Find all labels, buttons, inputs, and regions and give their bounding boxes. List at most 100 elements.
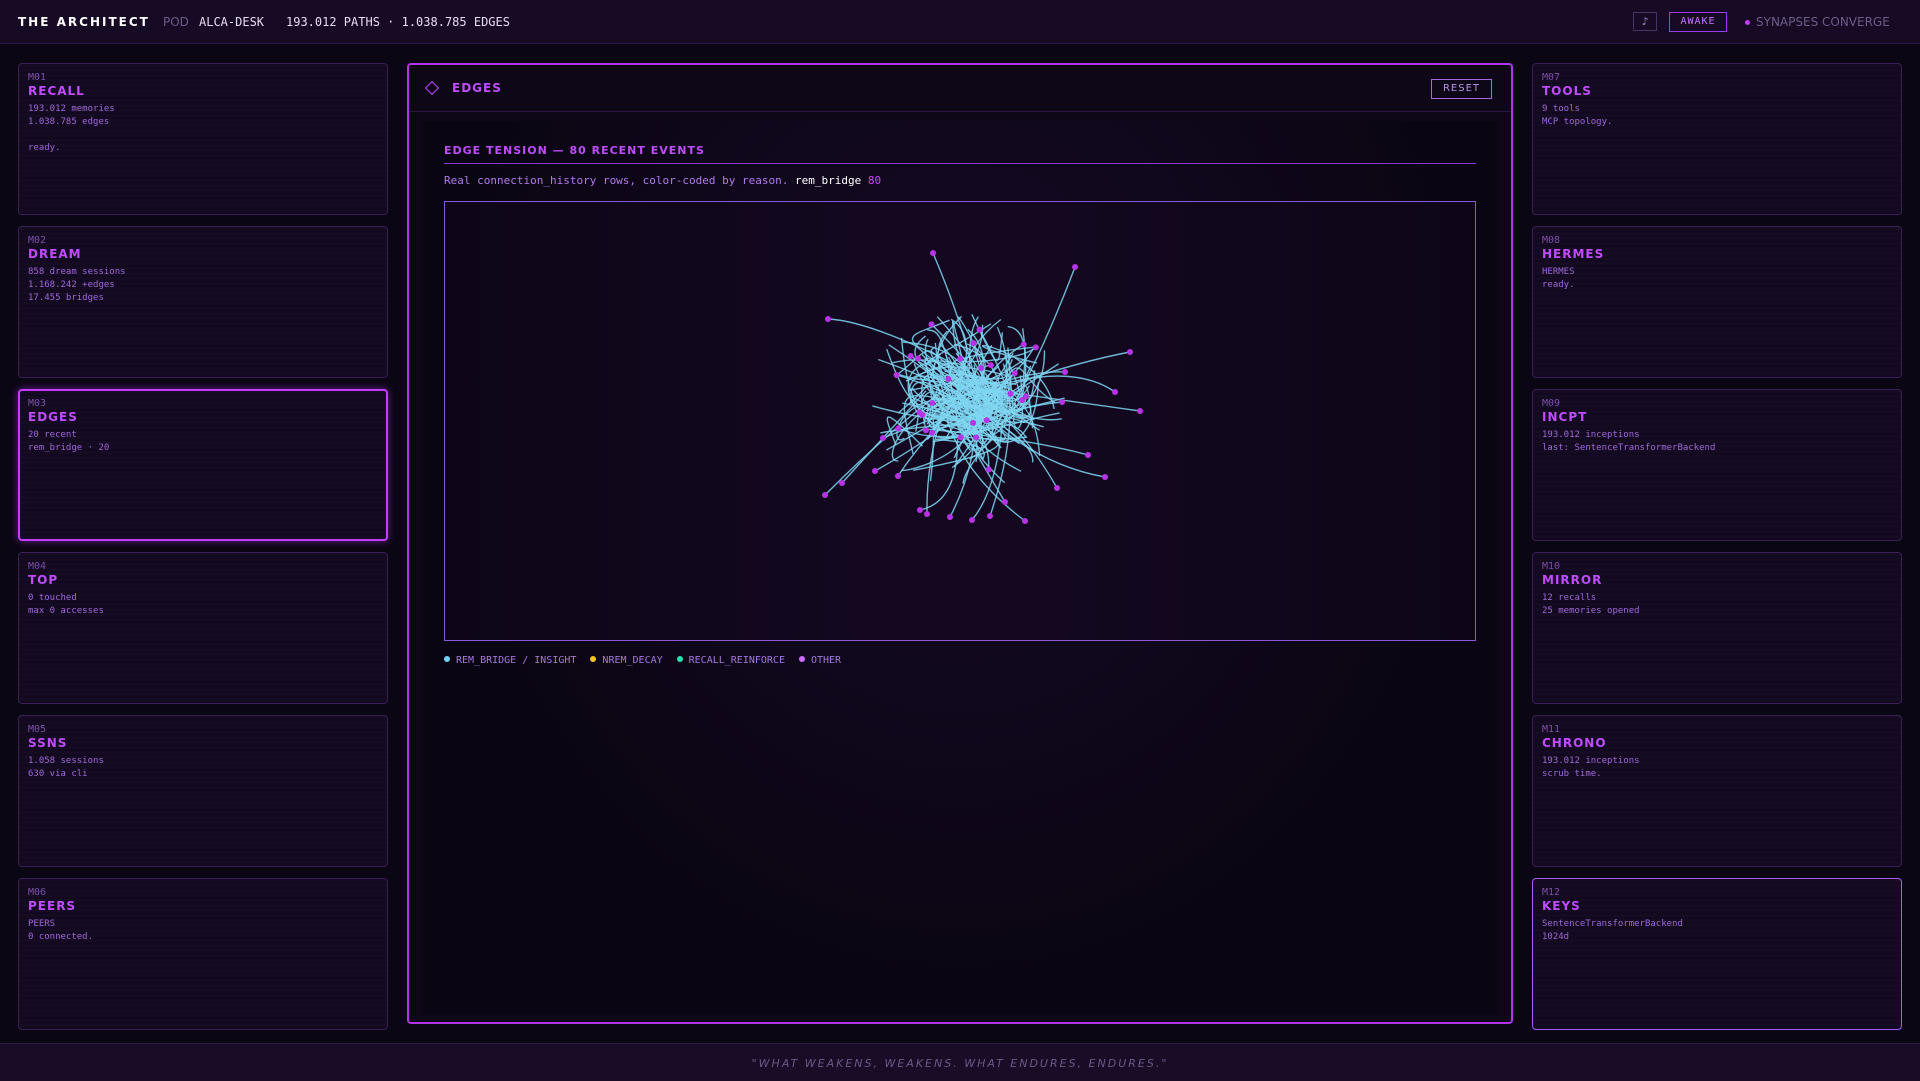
module-title: HERMES [1542, 247, 1605, 261]
legend-item: OTHER [798, 655, 841, 666]
module-tools[interactable]: M07 TOOLS 9 tools MCP topology. [1532, 63, 1902, 215]
module-detail: 0 touched [28, 593, 77, 603]
edge-node[interactable] [1002, 499, 1008, 505]
edge-node[interactable] [1023, 393, 1030, 400]
module-detail: last: SentenceTransformerBackend [1542, 443, 1716, 453]
module-mirror[interactable]: M10 MIRROR 12 recalls 25 memories opened [1532, 552, 1902, 704]
module-title: INCPT [1542, 410, 1588, 424]
module-detail: 17.455 bridges [28, 293, 104, 303]
edge-node[interactable] [929, 399, 936, 406]
edge-node[interactable] [1127, 349, 1133, 355]
edge-node[interactable] [1022, 518, 1028, 524]
top-bar: THE ARCHITECT POD ALCA-DESK 193.012 PATH… [0, 0, 1920, 44]
edge-node[interactable] [928, 429, 935, 436]
module-number: M02 [28, 235, 47, 246]
edge-node[interactable] [1102, 474, 1108, 480]
edge-node[interactable] [822, 492, 828, 498]
module-title: EDGES [28, 410, 78, 424]
module-number: M04 [28, 561, 47, 572]
legend-dot-icon [676, 656, 683, 662]
edge-node[interactable] [983, 417, 990, 424]
module-title: PEERS [28, 899, 77, 913]
module-number: M12 [1542, 887, 1561, 898]
module-dream[interactable]: M02 DREAM 858 dream sessions 1.168.242 +edg… [18, 226, 388, 378]
panel-title: EDGES [452, 81, 502, 95]
legend-item: RECALL_REINFORCE [676, 655, 785, 666]
module-hermes[interactable]: M08 HERMES HERMES ready. [1532, 226, 1902, 378]
edge-graph-svg[interactable] [445, 202, 1475, 640]
description-text: Real connection_history rows, color-code… [444, 174, 789, 187]
edges-panel: EDGES RESET EDGE TENSION — 80 RECENT EVE… [407, 63, 1513, 1024]
edge-node[interactable] [1020, 341, 1027, 348]
module-detail: max 0 accesses [28, 606, 104, 616]
module-recall[interactable]: M01 RECALL 193.012 memories 1.038.785 edges… [18, 63, 388, 215]
edge-node[interactable] [973, 434, 980, 441]
edge-node[interactable] [1062, 369, 1068, 375]
edge-node[interactable] [957, 355, 964, 362]
legend-dot-icon [444, 656, 450, 662]
edge-node[interactable] [947, 514, 953, 520]
edge-node[interactable] [839, 480, 845, 486]
edge-node[interactable] [1011, 370, 1018, 377]
edge-graph-canvas[interactable] [444, 201, 1476, 641]
edge-node[interactable] [987, 513, 993, 519]
module-edges[interactable]: M03 EDGES 20 recent rem_bridge · 20 [18, 389, 388, 541]
edge-node[interactable] [985, 466, 992, 473]
edge-node[interactable] [915, 355, 922, 362]
edge-node[interactable] [1007, 390, 1014, 397]
edge-node[interactable] [1032, 344, 1039, 351]
edge-node[interactable] [1112, 389, 1118, 395]
module-title: CHRONO [1542, 736, 1607, 750]
module-detail: 193.012 inceptions [1542, 430, 1640, 440]
edge-node[interactable] [880, 435, 886, 441]
panel-body: EDGE TENSION — 80 RECENT EVENTS Real con… [423, 121, 1497, 1014]
module-ssns[interactable]: M05 SSNS 1.058 sessions 630 via cli [18, 715, 388, 867]
music-toggle-button[interactable]: ♪ [1633, 12, 1657, 31]
edge-node[interactable] [907, 353, 914, 360]
module-number: M10 [1542, 561, 1561, 572]
converge-label: SYNAPSES CONVERGE [1756, 15, 1890, 29]
module-detail: MCP topology. [1542, 117, 1613, 127]
edge-node[interactable] [970, 419, 977, 426]
module-detail: ready. [1542, 280, 1575, 290]
music-note-icon: ♪ [1641, 15, 1649, 28]
edge-node[interactable] [978, 365, 985, 372]
edge-node[interactable] [1059, 399, 1066, 406]
edge-node[interactable] [969, 517, 975, 523]
awake-status-button[interactable]: AWAKE [1669, 12, 1727, 32]
module-title: TOP [28, 573, 59, 587]
edge-node[interactable] [1054, 485, 1060, 491]
edge-node[interactable] [930, 250, 936, 256]
edge-node[interactable] [919, 411, 926, 418]
module-detail: 193.012 inceptions [1542, 756, 1640, 766]
edge-node[interactable] [1085, 452, 1091, 458]
edge-node[interactable] [976, 326, 983, 333]
edge-node[interactable] [893, 372, 900, 379]
edge-node[interactable] [924, 511, 930, 517]
edge-node[interactable] [945, 376, 952, 383]
module-chrono[interactable]: M11 CHRONO 193.012 inceptions scrub time. [1532, 715, 1902, 867]
edge-node[interactable] [957, 434, 964, 441]
module-top[interactable]: M04 TOP 0 touched max 0 accesses [18, 552, 388, 704]
edge-node[interactable] [895, 425, 902, 432]
module-detail: rem_bridge · 20 [28, 443, 110, 453]
edge-node[interactable] [917, 507, 923, 513]
edge-node[interactable] [928, 321, 935, 328]
edge-node[interactable] [987, 362, 994, 369]
module-detail: 1.058 sessions [28, 756, 104, 766]
edge-node[interactable] [895, 473, 901, 479]
edge-node[interactable] [1072, 264, 1078, 270]
module-detail: 12 recalls [1542, 593, 1597, 603]
edge-node[interactable] [970, 340, 977, 347]
edge-node[interactable] [872, 468, 878, 474]
module-peers[interactable]: M06 PEERS PEERS 0 connected. [18, 878, 388, 1030]
module-detail: 858 dream sessions [28, 267, 126, 277]
edge-node[interactable] [825, 316, 831, 322]
module-number: M11 [1542, 724, 1561, 735]
module-keys[interactable]: M12 KEYS SentenceTransformerBackend 1024d [1532, 878, 1902, 1030]
module-incpt[interactable]: M09 INCPT 193.012 inceptions last: Sentence… [1532, 389, 1902, 541]
edge-node[interactable] [1137, 408, 1143, 414]
legend-dot-icon [798, 656, 805, 662]
reset-button[interactable]: RESET [1431, 79, 1492, 99]
edge-node[interactable] [922, 427, 929, 434]
